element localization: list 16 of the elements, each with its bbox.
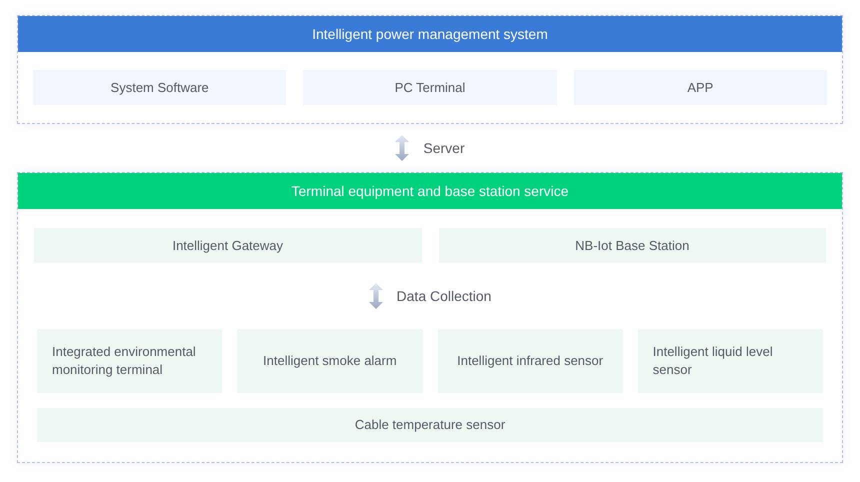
panel-title: Terminal equipment and base station service [18, 173, 842, 209]
station-card: Intelligent Gateway [34, 228, 422, 263]
station-card: NB-Iot Base Station [438, 228, 826, 263]
double-arrow-icon [368, 283, 383, 309]
panel-title: Intelligent power management system [18, 16, 842, 52]
link-label: Server [423, 138, 465, 158]
link-label: Data Collection [396, 286, 492, 306]
module-card: PC Terminal [303, 70, 557, 105]
sensor-label: Integrated environmental monitoring terminal [52, 343, 197, 379]
sensor-label: Intelligent liquid level sensor [652, 343, 774, 379]
sensor-label: Intelligent smoke alarm [263, 352, 397, 370]
sensor-label: Intelligent infrared sensor [457, 352, 604, 370]
module-card: System Software [33, 70, 286, 105]
module-card: APP [574, 70, 827, 105]
double-arrow-icon [395, 135, 410, 161]
sensor-card: Cable temperature sensor [37, 408, 823, 442]
